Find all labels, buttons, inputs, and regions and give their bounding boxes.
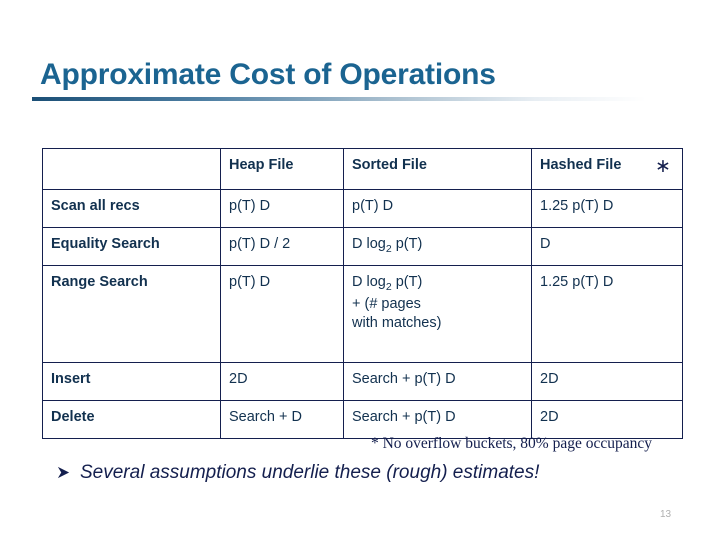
cell-insert-hashed: 2D (531, 362, 683, 401)
cell-insert-heap: 2D (220, 362, 344, 401)
bullet-line: Several assumptions underlie these (roug… (56, 462, 539, 484)
cell-scan-heap: p(T) D (220, 189, 344, 228)
cell-equality-sorted-suffix: p(T) (391, 236, 423, 252)
table-row: Scan all recs p(T) D p(T) D 1.25 p(T) D (42, 189, 683, 228)
cell-delete-heap: Search + D (220, 400, 344, 439)
bullet-text: Several assumptions underlie these (roug… (80, 462, 540, 483)
cell-scan-sorted: p(T) D (343, 189, 532, 228)
operation-cost-table: Heap File Sorted File Hashed File Scan a… (42, 148, 683, 439)
page-title: Approximate Cost of Operations (40, 58, 496, 91)
table-row: Range Search p(T) D D log2 p(T) + (# pag… (42, 265, 683, 363)
table-header-row: Heap File Sorted File Hashed File (42, 148, 683, 190)
cell-range-sorted-line1: D log2 p(T) (352, 273, 531, 295)
cell-delete-hashed: 2D (531, 400, 683, 439)
cell-scan-hashed: 1.25 p(T) D (531, 189, 683, 228)
cell-range-hashed: 1.25 p(T) D (531, 265, 683, 363)
cell-range-heap: p(T) D (220, 265, 344, 363)
row-label-insert: Insert (42, 362, 221, 401)
cell-equality-sorted-prefix: D log (352, 236, 386, 252)
cell-delete-sorted: Search + p(T) D (343, 400, 532, 439)
cell-range-sorted: D log2 p(T) + (# pages with matches) (343, 265, 532, 363)
table-row: Equality Search p(T) D / 2 D log2 p(T) D (42, 227, 683, 266)
asterisk-footnote-marker-icon: ∗ (655, 156, 671, 177)
header-cell-sorted-file: Sorted File (343, 148, 532, 190)
cell-range-sorted-line2: + (# pages (352, 295, 421, 312)
row-label-scan-all-recs: Scan all recs (42, 189, 221, 228)
header-cell-blank (42, 148, 221, 190)
row-label-range-search: Range Search (42, 265, 221, 363)
cell-range-sorted-suffix: p(T) (391, 274, 423, 290)
table-row: Delete Search + D Search + p(T) D 2D (42, 400, 683, 439)
page-number: 13 (660, 509, 672, 520)
row-label-delete: Delete (42, 400, 221, 439)
footnote-text: * No overflow buckets, 80% page occupanc… (370, 435, 652, 452)
table-row: Insert 2D Search + p(T) D 2D (42, 362, 683, 401)
cell-range-sorted-prefix: D log (352, 274, 386, 290)
header-cell-heap-file: Heap File (220, 148, 344, 190)
title-underline-rule (32, 97, 646, 101)
cell-equality-hashed: D (531, 227, 683, 266)
cell-equality-heap: p(T) D / 2 (220, 227, 344, 266)
cell-insert-sorted: Search + p(T) D (343, 362, 532, 401)
arrow-bullet-icon (57, 466, 70, 479)
cell-range-sorted-line3: with matches) (352, 314, 442, 331)
row-label-equality-search: Equality Search (42, 227, 221, 266)
cell-equality-sorted: D log2 p(T) (343, 227, 532, 266)
